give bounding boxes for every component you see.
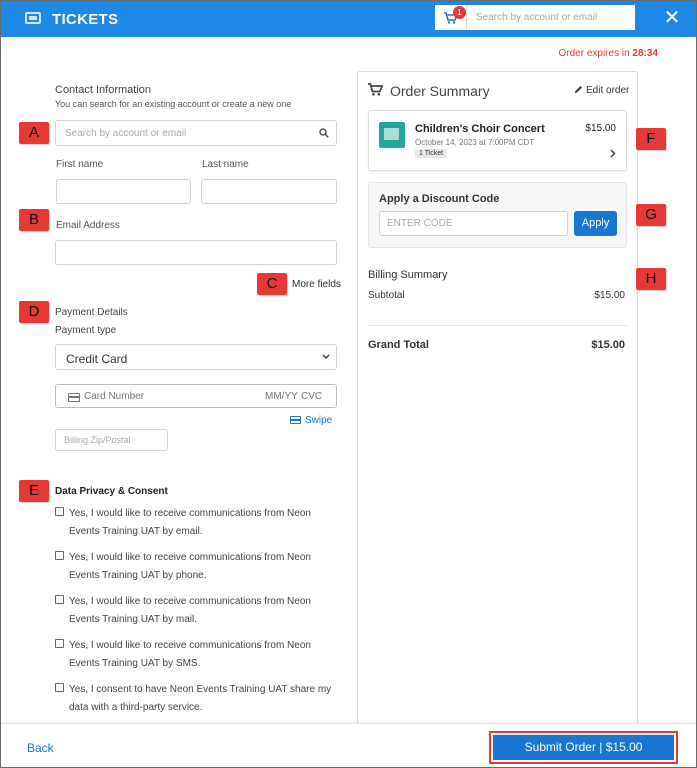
order-expiry: Order expires in 28:34 (559, 48, 659, 59)
consent-sms-checkbox[interactable] (55, 639, 64, 648)
cvc-placeholder: CVC (301, 391, 323, 402)
billing-summary-title: Billing Summary (368, 269, 448, 281)
first-name-label: First name (56, 159, 104, 170)
submit-order-button[interactable]: Submit Order | $15.00 (493, 735, 674, 760)
search-icon (319, 128, 329, 138)
edit-order-button[interactable]: Edit order (574, 85, 629, 96)
callout-f: F (636, 128, 666, 150)
more-fields-link[interactable]: More fields (292, 279, 341, 290)
last-name-field[interactable] (201, 179, 337, 204)
modal-title: TICKETS (52, 11, 119, 28)
callout-d: D (19, 301, 49, 323)
header-search-input[interactable]: Search by account or email (467, 5, 635, 30)
contact-search-placeholder: Search by account or email (65, 128, 187, 139)
expiry-label: Order expires in (558, 48, 630, 59)
email-label: Email Address (56, 220, 120, 231)
email-field[interactable] (55, 240, 337, 265)
back-button[interactable]: Back (27, 741, 54, 755)
payment-type-select[interactable]: Credit Card (55, 344, 337, 370)
expiry-time: 28:34 (632, 48, 658, 59)
submit-highlight: Submit Order | $15.00 (489, 731, 678, 764)
chevron-down-icon (322, 354, 330, 359)
payment-title: Payment Details (55, 307, 128, 318)
consent-phone-label: Yes, I would like to receive communicati… (69, 552, 311, 581)
ticket-icon (25, 12, 41, 24)
consent-third-party-label: Yes, I consent to have Neon Events Train… (69, 684, 332, 713)
payment-type-value: Credit Card (66, 352, 128, 366)
event-price: $15.00 (585, 123, 616, 134)
consent-third-party-checkbox[interactable] (55, 683, 64, 692)
callout-c: C (257, 273, 287, 295)
subtotal-value: $15.00 (594, 290, 625, 301)
contact-title: Contact Information (55, 84, 151, 96)
consent-mail-label: Yes, I would like to receive communicati… (69, 596, 311, 625)
grand-total-value: $15.00 (591, 339, 625, 351)
discount-title: Apply a Discount Code (379, 193, 500, 205)
event-date: October 14, 2023 at 7:00PM CDT (415, 138, 535, 147)
chevron-right-icon (610, 149, 616, 158)
expiry-placeholder: MM/YY (265, 391, 298, 402)
credit-card-icon (68, 393, 80, 402)
consent-title: Data Privacy & Consent (55, 486, 168, 497)
last-name-label: Last name (202, 159, 249, 170)
cart-icon (368, 83, 383, 96)
contact-subtitle: You can search for an existing account o… (55, 99, 292, 109)
callout-a: A (19, 122, 49, 144)
event-name: Children's Choir Concert (415, 123, 545, 135)
checkout-modal: TICKETS 1 Search by account or email ✕ O… (0, 0, 697, 768)
edit-order-label: Edit order (586, 85, 630, 96)
grand-total-label: Grand Total (368, 339, 429, 351)
callout-b: B (19, 209, 49, 231)
subtotal-label: Subtotal (368, 290, 405, 301)
cart-count-badge: 1 (453, 6, 466, 19)
card-number-placeholder: Card Number (84, 391, 145, 402)
consent-mail-checkbox[interactable] (55, 595, 64, 604)
callout-e: E (19, 480, 49, 502)
footer-bar: Back Submit Order | $15.00 (1, 723, 696, 767)
ticket-count-badge: 1 Ticket (415, 149, 448, 158)
swipe-label: Swipe (305, 415, 333, 426)
apply-discount-button[interactable]: Apply (574, 211, 617, 236)
billing-zip-field[interactable]: Billing Zip/Postal (55, 429, 168, 451)
consent-phone-checkbox[interactable] (55, 551, 64, 560)
callout-h: H (636, 268, 666, 290)
contact-search-input[interactable]: Search by account or email (55, 120, 337, 146)
header-bar: TICKETS 1 Search by account or email ✕ (1, 1, 696, 37)
swipe-button[interactable]: Swipe (290, 415, 332, 426)
summary-divider (368, 325, 627, 326)
card-swipe-icon (290, 416, 301, 424)
consent-email-checkbox[interactable] (55, 507, 64, 516)
payment-type-label: Payment type (55, 325, 117, 336)
order-summary-title: Order Summary (390, 83, 490, 99)
discount-section: Apply a Discount Code ENTER CODE Apply (368, 182, 627, 248)
event-line-item[interactable]: Children's Choir Concert October 14, 202… (368, 110, 627, 171)
card-number-field[interactable]: Card Number MM/YY CVC (55, 384, 337, 408)
billing-zip-placeholder: Billing Zip/Postal (64, 435, 131, 445)
first-name-field[interactable] (56, 179, 191, 204)
pencil-icon (575, 85, 583, 93)
consent-email-label: Yes, I would like to receive communicati… (69, 508, 311, 537)
callout-g: G (636, 204, 666, 226)
close-icon[interactable]: ✕ (662, 8, 682, 28)
discount-code-input[interactable]: ENTER CODE (379, 211, 568, 236)
consent-sms-label: Yes, I would like to receive communicati… (69, 640, 311, 669)
event-thumbnail (379, 122, 405, 148)
